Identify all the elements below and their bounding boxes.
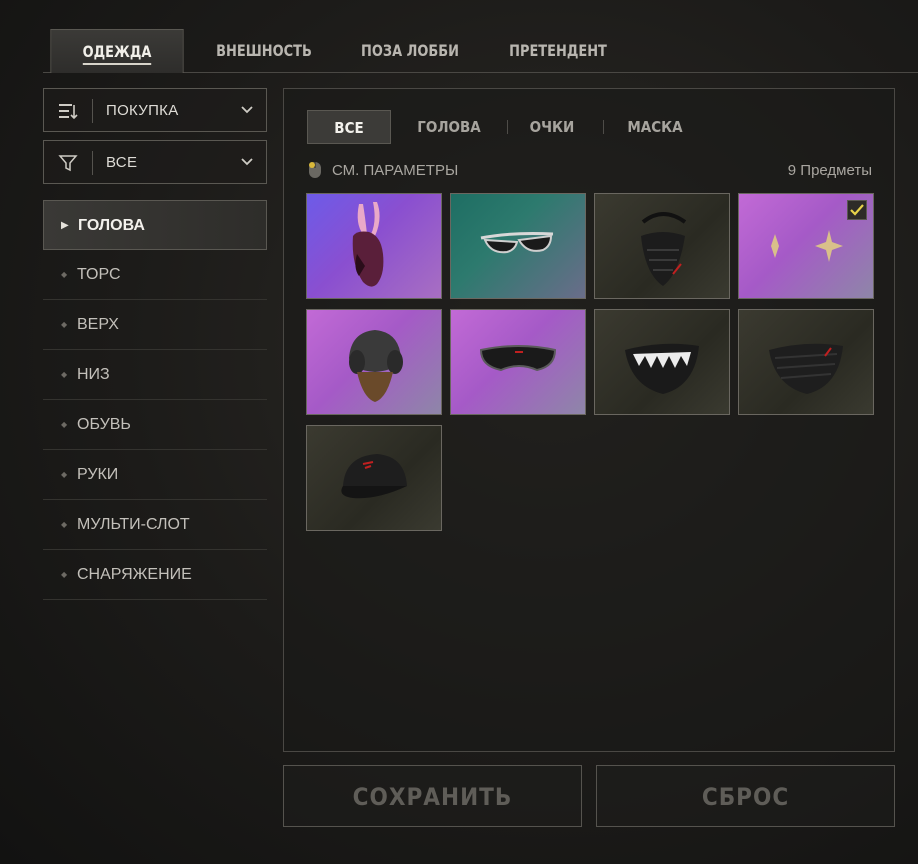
diamond-bullet-icon: ◆ xyxy=(61,520,68,529)
diamond-bullet-icon: ◆ xyxy=(61,320,68,329)
diamond-bullet-icon: ◆ xyxy=(61,470,68,479)
subtab-all[interactable]: ВСЕ xyxy=(307,110,391,144)
subtab-glasses[interactable]: ОЧКИ xyxy=(512,110,592,144)
black-mask-icon xyxy=(769,343,843,394)
chevron-down-icon xyxy=(241,158,253,166)
diamond-bullet-icon: ◆ xyxy=(61,570,68,579)
item-tile[interactable] xyxy=(306,425,442,531)
item-tile[interactable] xyxy=(450,309,586,415)
filter-dropdown-value: ВСЕ xyxy=(106,154,138,171)
filter-dropdown[interactable]: ВСЕ xyxy=(43,140,267,184)
item-tile[interactable] xyxy=(738,309,874,415)
aviator-helmet-icon xyxy=(349,330,403,402)
category-item-bottom[interactable]: ◆ НИЗ xyxy=(43,350,267,400)
subtab-mask[interactable]: МАСКА xyxy=(611,110,699,144)
sort-dropdown[interactable]: ПОКУПКА xyxy=(43,88,267,132)
tab-contender[interactable]: ПРЕТЕНДЕНТ xyxy=(492,29,623,73)
category-label: НИЗ xyxy=(77,366,110,383)
item-tile[interactable] xyxy=(738,193,874,299)
item-tile[interactable] xyxy=(594,309,730,415)
dark-goggles-icon xyxy=(479,345,557,372)
category-label: ТОРС xyxy=(77,266,121,283)
tab-lobby-pose[interactable]: ПОЗА ЛОББИ xyxy=(346,29,474,73)
sunglasses-icon xyxy=(480,232,554,254)
category-label: ГОЛОВА xyxy=(78,217,145,234)
reset-button[interactable]: СБРОС xyxy=(596,765,895,827)
category-item-top[interactable]: ◆ ВЕРХ xyxy=(43,300,267,350)
top-tabs: ОДЕЖДА ВНЕШНОСТЬ ПОЗА ЛОББИ ПРЕТЕНДЕНТ xyxy=(43,29,918,73)
baseball-cap-icon xyxy=(341,454,407,499)
mouse-icon xyxy=(309,162,321,178)
item-tile[interactable] xyxy=(450,193,586,299)
tab-appearance[interactable]: ВНЕШНОСТЬ xyxy=(200,29,328,73)
category-item-gear[interactable]: ◆ СНАРЯЖЕНИЕ xyxy=(43,550,267,600)
filter-icon xyxy=(58,155,78,172)
tab-clothing[interactable]: ОДЕЖДА xyxy=(50,29,184,73)
item-tile[interactable] xyxy=(306,309,442,415)
sort-dropdown-value: ПОКУПКА xyxy=(106,102,179,119)
category-item-torso[interactable]: ◆ ТОРС xyxy=(43,250,267,300)
equipped-checkmark-icon xyxy=(847,200,867,220)
category-item-head[interactable]: ▶ ГОЛОВА xyxy=(43,200,267,250)
tab-clothing-label: ОДЕЖДА xyxy=(82,42,152,65)
category-item-multi-slot[interactable]: ◆ МУЛЬТИ-СЛОТ xyxy=(43,500,267,550)
bunny-hood-icon xyxy=(352,202,384,287)
save-button[interactable]: СОХРАНИТЬ xyxy=(283,765,582,827)
category-item-shoes[interactable]: ◆ ОБУВЬ xyxy=(43,400,267,450)
chevron-down-icon xyxy=(241,106,253,114)
category-label: ОБУВЬ xyxy=(77,416,131,433)
diamond-bullet-icon: ◆ xyxy=(61,370,68,379)
dropdown-separator xyxy=(92,99,93,123)
category-item-hands[interactable]: ◆ РУКИ xyxy=(43,450,267,500)
subtab-separator xyxy=(507,120,508,134)
items-panel: ВСЕ ГОЛОВА ОЧКИ МАСКА СМ. ПАРАМЕТРЫ 9 Пр… xyxy=(283,88,895,752)
category-label: СНАРЯЖЕНИЕ xyxy=(77,566,192,583)
category-list: ▶ ГОЛОВА ◆ ТОРС ◆ ВЕРХ ◆ НИЗ ◆ ОБУВЬ ◆ Р… xyxy=(43,200,267,600)
subtab-head[interactable]: ГОЛОВА xyxy=(407,110,491,144)
diamond-bullet-icon: ◆ xyxy=(61,270,68,279)
category-label: РУКИ xyxy=(77,466,119,483)
triangle-bullet-icon: ▶ xyxy=(61,220,69,231)
item-count: 9 Предметы xyxy=(787,162,872,179)
diamond-bullet-icon: ◆ xyxy=(61,420,68,429)
category-label: МУЛЬТИ-СЛОТ xyxy=(77,516,190,533)
item-tile[interactable] xyxy=(306,193,442,299)
face-mask-icon xyxy=(641,212,687,286)
category-label: ВЕРХ xyxy=(77,316,119,333)
item-tile[interactable] xyxy=(594,193,730,299)
shark-mask-icon xyxy=(625,343,699,394)
subtab-separator xyxy=(603,120,604,134)
dropdown-separator xyxy=(92,151,93,175)
sort-icon xyxy=(59,104,78,120)
view-params-label: СМ. ПАРАМЕТРЫ xyxy=(332,162,459,179)
